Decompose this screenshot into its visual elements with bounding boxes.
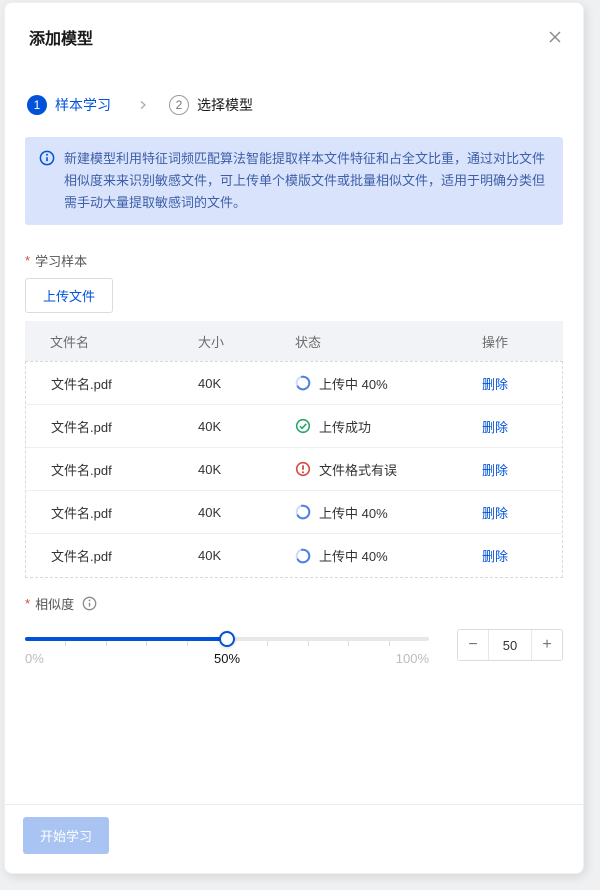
info-banner-text: 新建模型利用特征词频匹配算法智能提取样本文件特征和占全文比重，通过对比文件相似度…	[64, 151, 546, 210]
dialog-title: 添加模型	[29, 31, 94, 48]
slider-tick	[186, 641, 188, 646]
file-status: 上传成功	[295, 417, 482, 436]
help-info-icon[interactable]	[82, 596, 97, 611]
dialog-header: 添加模型	[25, 3, 563, 49]
upload-file-button[interactable]: 上传文件	[25, 278, 114, 313]
loading-spinner-icon	[295, 375, 311, 391]
file-size: 40K	[198, 548, 222, 563]
table-row: 文件名.pdf 40K 文件格式有误 删除	[26, 448, 562, 491]
column-header-size: 大小	[198, 334, 225, 350]
slider-tick	[105, 641, 107, 646]
start-learning-button[interactable]: 开始学习	[23, 817, 110, 854]
step2-label: 选择模型	[197, 97, 253, 113]
file-name: 文件名.pdf	[51, 419, 112, 435]
success-check-icon	[295, 418, 311, 434]
info-circle-icon	[39, 150, 55, 214]
column-header-status: 状态	[295, 334, 322, 350]
table-row: 文件名.pdf 40K 上传中 40% 删除	[26, 491, 562, 534]
chevron-right-icon	[137, 99, 149, 111]
stepper-value[interactable]: 50	[488, 630, 532, 660]
footer-divider	[5, 804, 583, 805]
table-row: 文件名.pdf 40K 上传成功 删除	[26, 405, 562, 448]
file-size: 40K	[198, 504, 222, 520]
file-name: 文件名.pdf	[51, 549, 112, 564]
table-row: 文件名.pdf 40K 上传中 40% 删除	[26, 534, 562, 577]
slider-tick	[65, 641, 67, 646]
file-table-header: 文件名 大小 状态 操作	[25, 321, 563, 361]
loading-spinner-icon	[295, 548, 311, 564]
file-status-text: 上传中 40%	[319, 376, 388, 392]
close-icon	[547, 29, 563, 45]
file-status: 文件格式有误	[295, 460, 482, 479]
step1-label: 样本学习	[55, 97, 111, 113]
file-status-text: 上传中 40%	[319, 505, 388, 521]
slider-min-label: 0%	[25, 651, 44, 666]
slider-max-label: 100%	[395, 651, 429, 666]
file-status-text: 文件格式有误	[319, 462, 398, 478]
file-table-body: 文件名.pdf 40K 上传中 40% 删除 文件名.pdf 40K 上传成功 …	[25, 361, 563, 578]
table-row: 文件名.pdf 40K 上传中 40% 删除	[26, 362, 562, 405]
learning-sample-label: * 学习样本	[25, 251, 563, 270]
error-exclamation-icon	[295, 461, 311, 477]
step-sample-learning: 1 样本学习	[27, 95, 111, 115]
learning-sample-label-text: 学习样本	[35, 254, 88, 269]
steps-wizard: 1 样本学习 2 选择模型	[25, 95, 563, 115]
file-table: 文件名 大小 状态 操作 文件名.pdf 40K 上传中 40% 删除 文件名.…	[25, 321, 563, 578]
minus-icon[interactable]: −	[458, 630, 488, 660]
file-size: 40K	[198, 375, 222, 391]
close-button[interactable]	[543, 25, 567, 49]
file-size: 40K	[198, 418, 222, 434]
delete-link[interactable]: 删除	[482, 420, 508, 435]
delete-link[interactable]: 删除	[482, 549, 508, 564]
slider-tick	[307, 641, 309, 646]
slider-tick	[267, 641, 269, 646]
file-status: 上传中 40%	[295, 374, 482, 393]
delete-link[interactable]: 删除	[482, 377, 508, 392]
loading-spinner-icon	[295, 504, 311, 520]
similarity-slider[interactable]: 0% 50% 100%	[25, 629, 429, 669]
slider-handle[interactable]	[219, 631, 235, 647]
delete-link[interactable]: 删除	[482, 463, 508, 478]
delete-link[interactable]: 删除	[482, 506, 508, 521]
slider-track-fill	[25, 637, 227, 641]
step2-badge: 2	[169, 95, 189, 115]
column-header-action: 操作	[482, 334, 509, 350]
column-header-filename: 文件名	[50, 334, 90, 350]
required-asterisk: *	[25, 596, 31, 611]
required-asterisk: *	[25, 253, 31, 268]
slider-track[interactable]	[25, 631, 429, 647]
file-name: 文件名.pdf	[51, 462, 112, 478]
slider-tick	[388, 641, 390, 646]
info-banner: 新建模型利用特征词频匹配算法智能提取样本文件特征和占全文比重，通过对比文件相似度…	[25, 137, 563, 225]
step-select-model: 2 选择模型	[169, 95, 253, 115]
add-model-dialog: 添加模型 1 样本学习 2 选择模型 新建模型利用特征词频匹配算法智能提取样本文…	[4, 2, 584, 874]
slider-current-label: 50%	[213, 651, 241, 666]
file-status-text: 上传中 40%	[319, 549, 388, 564]
file-name: 文件名.pdf	[51, 376, 112, 392]
file-name: 文件名.pdf	[51, 505, 112, 521]
similarity-control: 0% 50% 100% − 50 +	[25, 629, 563, 669]
similarity-label: * 相似度	[25, 594, 563, 613]
file-status: 上传中 40%	[295, 503, 482, 522]
step1-badge: 1	[27, 95, 47, 115]
slider-tick	[348, 641, 350, 646]
file-size: 40K	[198, 461, 222, 477]
similarity-stepper: − 50 +	[457, 629, 563, 661]
file-status: 上传中 40%	[295, 546, 482, 565]
slider-labels: 0% 50% 100%	[25, 651, 429, 669]
similarity-label-text: 相似度	[35, 597, 75, 612]
slider-tick	[146, 641, 148, 646]
file-status-text: 上传成功	[319, 419, 372, 435]
plus-icon[interactable]: +	[532, 630, 562, 660]
